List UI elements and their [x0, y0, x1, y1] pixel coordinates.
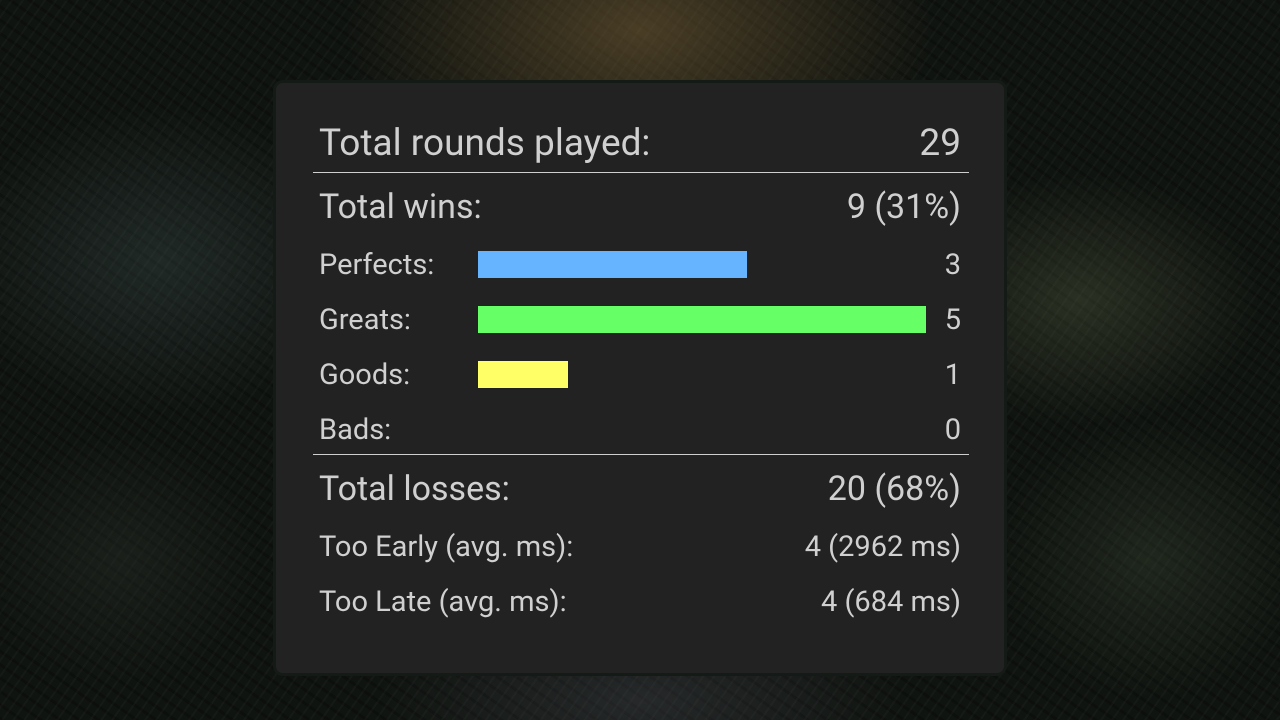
goods-bar-track — [478, 361, 926, 388]
greats-value: 5 — [944, 303, 961, 337]
bads-label: Bads: — [319, 413, 392, 447]
total-rounds-row: Total rounds played: 29 — [319, 119, 961, 167]
too-late-label: Too Late (avg. ms): — [319, 585, 567, 619]
greats-bar-track — [478, 306, 926, 333]
total-losses-row: Total losses: 20 (68%) — [319, 466, 961, 512]
stats-panel: Total rounds played: 29 Total wins: 9 (3… — [273, 80, 1007, 676]
total-rounds-label: Total rounds played: — [319, 121, 651, 165]
total-wins-label: Total wins: — [319, 187, 482, 227]
perfects-bar — [478, 251, 747, 278]
greats-bar — [478, 306, 926, 333]
total-losses-label: Total losses: — [319, 469, 510, 509]
bads-value: 0 — [944, 413, 961, 447]
too-early-row: Too Early (avg. ms): 4 (2962 ms) — [319, 527, 961, 567]
too-early-label: Too Early (avg. ms): — [319, 530, 574, 564]
too-late-value: 4 (684 ms) — [820, 585, 961, 619]
bads-bar-track — [478, 416, 926, 443]
total-losses-value: 20 (68%) — [827, 469, 961, 509]
perfects-label: Perfects: — [319, 248, 435, 282]
perfects-bar-track — [478, 251, 926, 278]
divider — [313, 172, 969, 173]
goods-value: 1 — [944, 358, 961, 392]
goods-label: Goods: — [319, 358, 411, 392]
goods-bar — [478, 361, 568, 388]
total-wins-row: Total wins: 9 (31%) — [319, 184, 961, 230]
total-wins-value: 9 (31%) — [846, 187, 961, 227]
total-rounds-value: 29 — [919, 121, 961, 165]
greats-label: Greats: — [319, 303, 411, 337]
too-late-row: Too Late (avg. ms): 4 (684 ms) — [319, 582, 961, 622]
divider — [313, 454, 969, 455]
perfects-value: 3 — [944, 248, 961, 282]
too-early-value: 4 (2962 ms) — [804, 530, 961, 564]
